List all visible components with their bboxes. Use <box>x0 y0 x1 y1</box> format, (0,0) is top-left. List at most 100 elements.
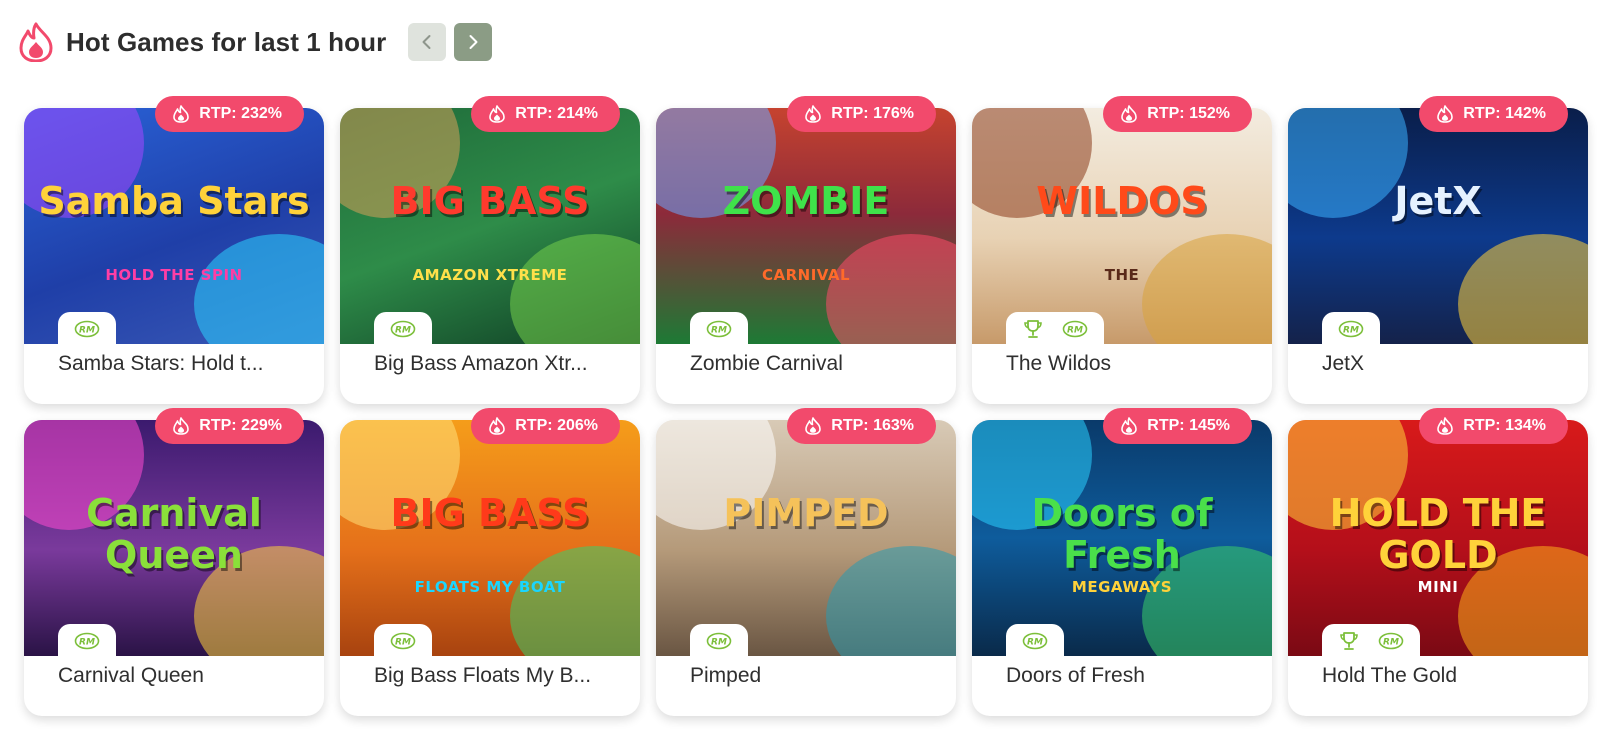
game-thumbnail[interactable]: Carnival Queen <box>24 420 324 656</box>
game-thumbnail[interactable]: JetX <box>1288 108 1588 344</box>
svg-text:RM: RM <box>1383 638 1399 648</box>
svg-text:RM: RM <box>1343 326 1359 336</box>
fire-icon <box>173 417 190 435</box>
rtp-value: RTP: 145% <box>1147 417 1230 434</box>
rtp-value: RTP: 152% <box>1147 105 1230 122</box>
game-name[interactable]: Pimped <box>690 664 761 688</box>
trophy-icon <box>1340 632 1358 650</box>
real-money-icon: RM <box>706 632 732 650</box>
game-thumbnail[interactable]: ZOMBIE CARNIVAL <box>656 108 956 344</box>
rtp-badge: RTP: 145% <box>1103 408 1252 444</box>
game-card[interactable]: BIG BASS AMAZON XTREME RTP: 214% RM Big Bass… <box>340 96 640 404</box>
feature-badges: RM <box>1322 312 1380 346</box>
game-card[interactable]: PIMPED RTP: 163% RM Pimped <box>656 408 956 716</box>
rtp-value: RTP: 163% <box>831 417 914 434</box>
svg-text:RM: RM <box>1067 326 1083 336</box>
game-art-subtitle: THE <box>1104 266 1140 284</box>
feature-badges: RM <box>1006 624 1064 658</box>
game-thumbnail[interactable]: HOLD THE GOLD MINI <box>1288 420 1588 656</box>
rtp-value: RTP: 232% <box>199 105 282 122</box>
game-art-subtitle: AMAZON XTREME <box>412 266 568 284</box>
game-name[interactable]: The Wildos <box>1006 352 1111 376</box>
game-card[interactable]: Doors of Fresh MEGAWAYS RTP: 145% RM Doors o… <box>972 408 1272 716</box>
rtp-value: RTP: 142% <box>1463 105 1546 122</box>
game-card[interactable]: HOLD THE GOLD MINI RTP: 134% RM Hold The Gol… <box>1288 408 1588 716</box>
feature-badges: RM <box>1322 624 1420 658</box>
game-art-subtitle: FLOATS MY BOAT <box>414 578 566 596</box>
chevron-right-icon <box>469 35 478 49</box>
next-page-button[interactable] <box>454 23 492 61</box>
feature-badges: RM <box>58 624 116 658</box>
rtp-value: RTP: 176% <box>831 105 914 122</box>
game-thumbnail[interactable]: Doors of Fresh MEGAWAYS <box>972 420 1272 656</box>
real-money-icon: RM <box>1022 632 1048 650</box>
trophy-icon <box>1024 320 1042 338</box>
rtp-badge: RTP: 163% <box>787 408 936 444</box>
fire-icon <box>19 22 53 62</box>
game-card[interactable]: ZOMBIE CARNIVAL RTP: 176% RM Zombie Carnival <box>656 96 956 404</box>
real-money-icon: RM <box>1338 320 1364 338</box>
feature-badges: RM <box>1006 312 1104 346</box>
fire-icon <box>1121 105 1138 123</box>
game-thumbnail[interactable]: Samba Stars HOLD THE SPIN <box>24 108 324 344</box>
game-name[interactable]: Doors of Fresh <box>1006 664 1145 688</box>
fire-icon <box>489 105 506 123</box>
rtp-badge: RTP: 134% <box>1419 408 1568 444</box>
feature-badges: RM <box>690 312 748 346</box>
real-money-icon: RM <box>390 632 416 650</box>
game-art-title: PIMPED <box>723 491 889 535</box>
game-thumbnail[interactable]: PIMPED <box>656 420 956 656</box>
game-name[interactable]: JetX <box>1322 352 1364 376</box>
feature-badges: RM <box>690 624 748 658</box>
feature-badges: RM <box>374 312 432 346</box>
game-thumbnail[interactable]: BIG BASS AMAZON XTREME <box>340 108 640 344</box>
game-name[interactable]: Zombie Carnival <box>690 352 843 376</box>
fire-icon <box>805 105 822 123</box>
game-art-subtitle: HOLD THE SPIN <box>105 266 243 284</box>
svg-text:RM: RM <box>711 326 727 336</box>
game-thumbnail[interactable]: BIG BASS FLOATS MY BOAT <box>340 420 640 656</box>
game-card[interactable]: BIG BASS FLOATS MY BOAT RTP: 206% RM Big Bas… <box>340 408 640 716</box>
rtp-badge: RTP: 206% <box>471 408 620 444</box>
real-money-icon: RM <box>1062 320 1088 338</box>
game-art-title: Doors of Fresh <box>1031 491 1213 577</box>
fire-icon <box>489 417 506 435</box>
fire-icon <box>1121 417 1138 435</box>
rtp-value: RTP: 229% <box>199 417 282 434</box>
game-card[interactable]: JetX RTP: 142% RM JetX <box>1288 96 1588 404</box>
game-art-title: ZOMBIE <box>722 179 890 223</box>
game-card[interactable]: Carnival Queen RTP: 229% RM Carnival Queen <box>24 408 324 716</box>
game-name[interactable]: Carnival Queen <box>58 664 204 688</box>
game-art-title: WILDOS <box>1036 179 1208 223</box>
game-name[interactable]: Hold The Gold <box>1322 664 1457 688</box>
svg-text:RM: RM <box>1027 638 1043 648</box>
rtp-badge: RTP: 142% <box>1419 96 1568 132</box>
svg-text:RM: RM <box>395 638 411 648</box>
real-money-icon: RM <box>74 320 100 338</box>
game-art-title: HOLD THE GOLD <box>1329 491 1547 577</box>
game-art-subtitle: CARNIVAL <box>761 266 851 284</box>
game-art-subtitle: MEGAWAYS <box>1071 578 1173 596</box>
fire-icon <box>1437 417 1454 435</box>
art-decoration <box>826 546 956 656</box>
rtp-value: RTP: 206% <box>515 417 598 434</box>
game-thumbnail[interactable]: WILDOS THE <box>972 108 1272 344</box>
rtp-value: RTP: 134% <box>1463 417 1546 434</box>
game-card[interactable]: Samba Stars HOLD THE SPIN RTP: 232% RM Samba… <box>24 96 324 404</box>
games-grid: Samba Stars HOLD THE SPIN RTP: 232% RM Samba… <box>24 96 1592 716</box>
svg-text:RM: RM <box>79 326 95 336</box>
game-art-title: Carnival Queen <box>86 491 262 577</box>
real-money-icon: RM <box>390 320 416 338</box>
game-name[interactable]: Big Bass Floats My B... <box>374 664 591 688</box>
art-decoration <box>510 234 640 344</box>
rtp-badge: RTP: 214% <box>471 96 620 132</box>
fire-icon <box>1437 105 1454 123</box>
game-name[interactable]: Big Bass Amazon Xtr... <box>374 352 588 376</box>
real-money-icon: RM <box>74 632 100 650</box>
chevron-left-icon <box>422 35 431 49</box>
game-name[interactable]: Samba Stars: Hold t... <box>58 352 263 376</box>
previous-page-button[interactable] <box>408 23 446 61</box>
real-money-icon: RM <box>706 320 732 338</box>
game-card[interactable]: WILDOS THE RTP: 152% RM The Wildos <box>972 96 1272 404</box>
svg-text:RM: RM <box>711 638 727 648</box>
